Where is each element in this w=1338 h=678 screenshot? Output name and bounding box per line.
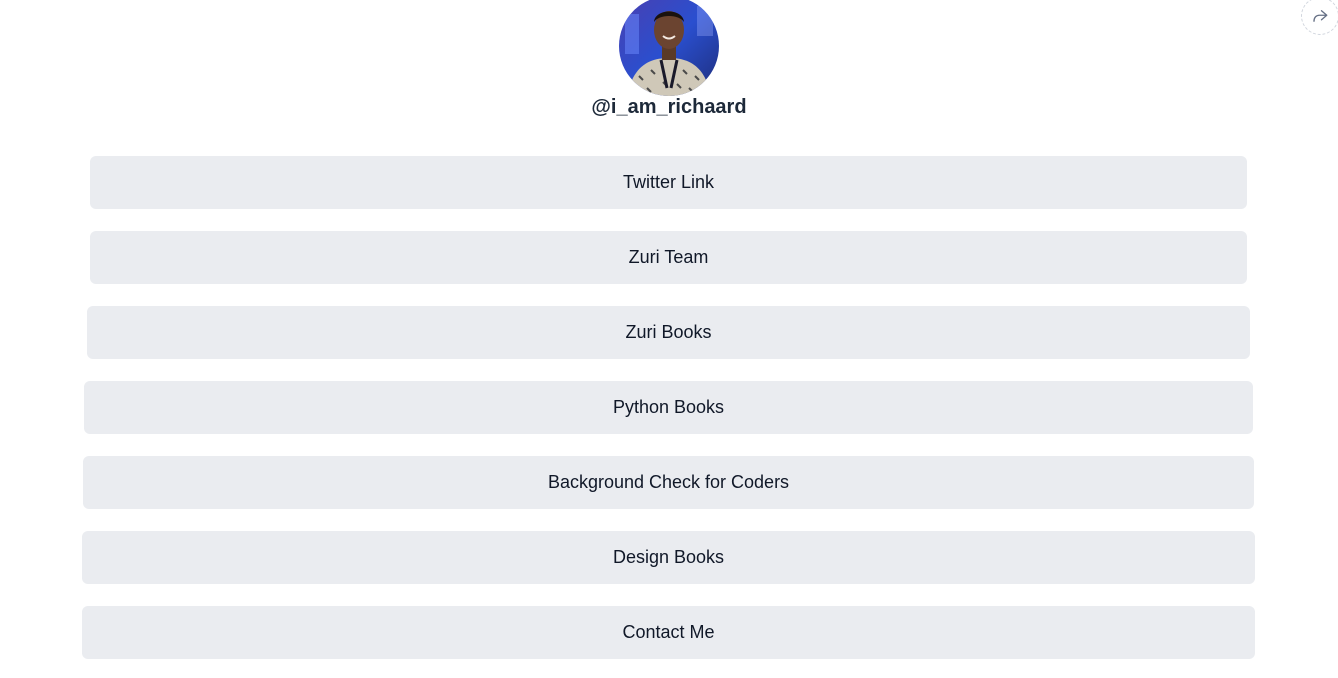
username: @i_am_richaard [591, 96, 747, 118]
link-design-books[interactable]: Design Books [82, 531, 1255, 584]
share-arrow-icon [1313, 10, 1328, 22]
link-background-check[interactable]: Background Check for Coders [83, 456, 1254, 509]
avatar [619, 0, 719, 96]
link-contact-me[interactable]: Contact Me [82, 606, 1255, 659]
link-zuri-team[interactable]: Zuri Team [90, 231, 1247, 284]
profile-photo [619, 0, 719, 96]
share-button[interactable] [1301, 0, 1338, 35]
link-python-books[interactable]: Python Books [84, 381, 1253, 434]
linktree-page: @i_am_richaard Twitter Link Zuri Team Zu… [0, 0, 1338, 678]
link-twitter[interactable]: Twitter Link [90, 156, 1247, 209]
link-zuri-books[interactable]: Zuri Books [87, 306, 1250, 359]
